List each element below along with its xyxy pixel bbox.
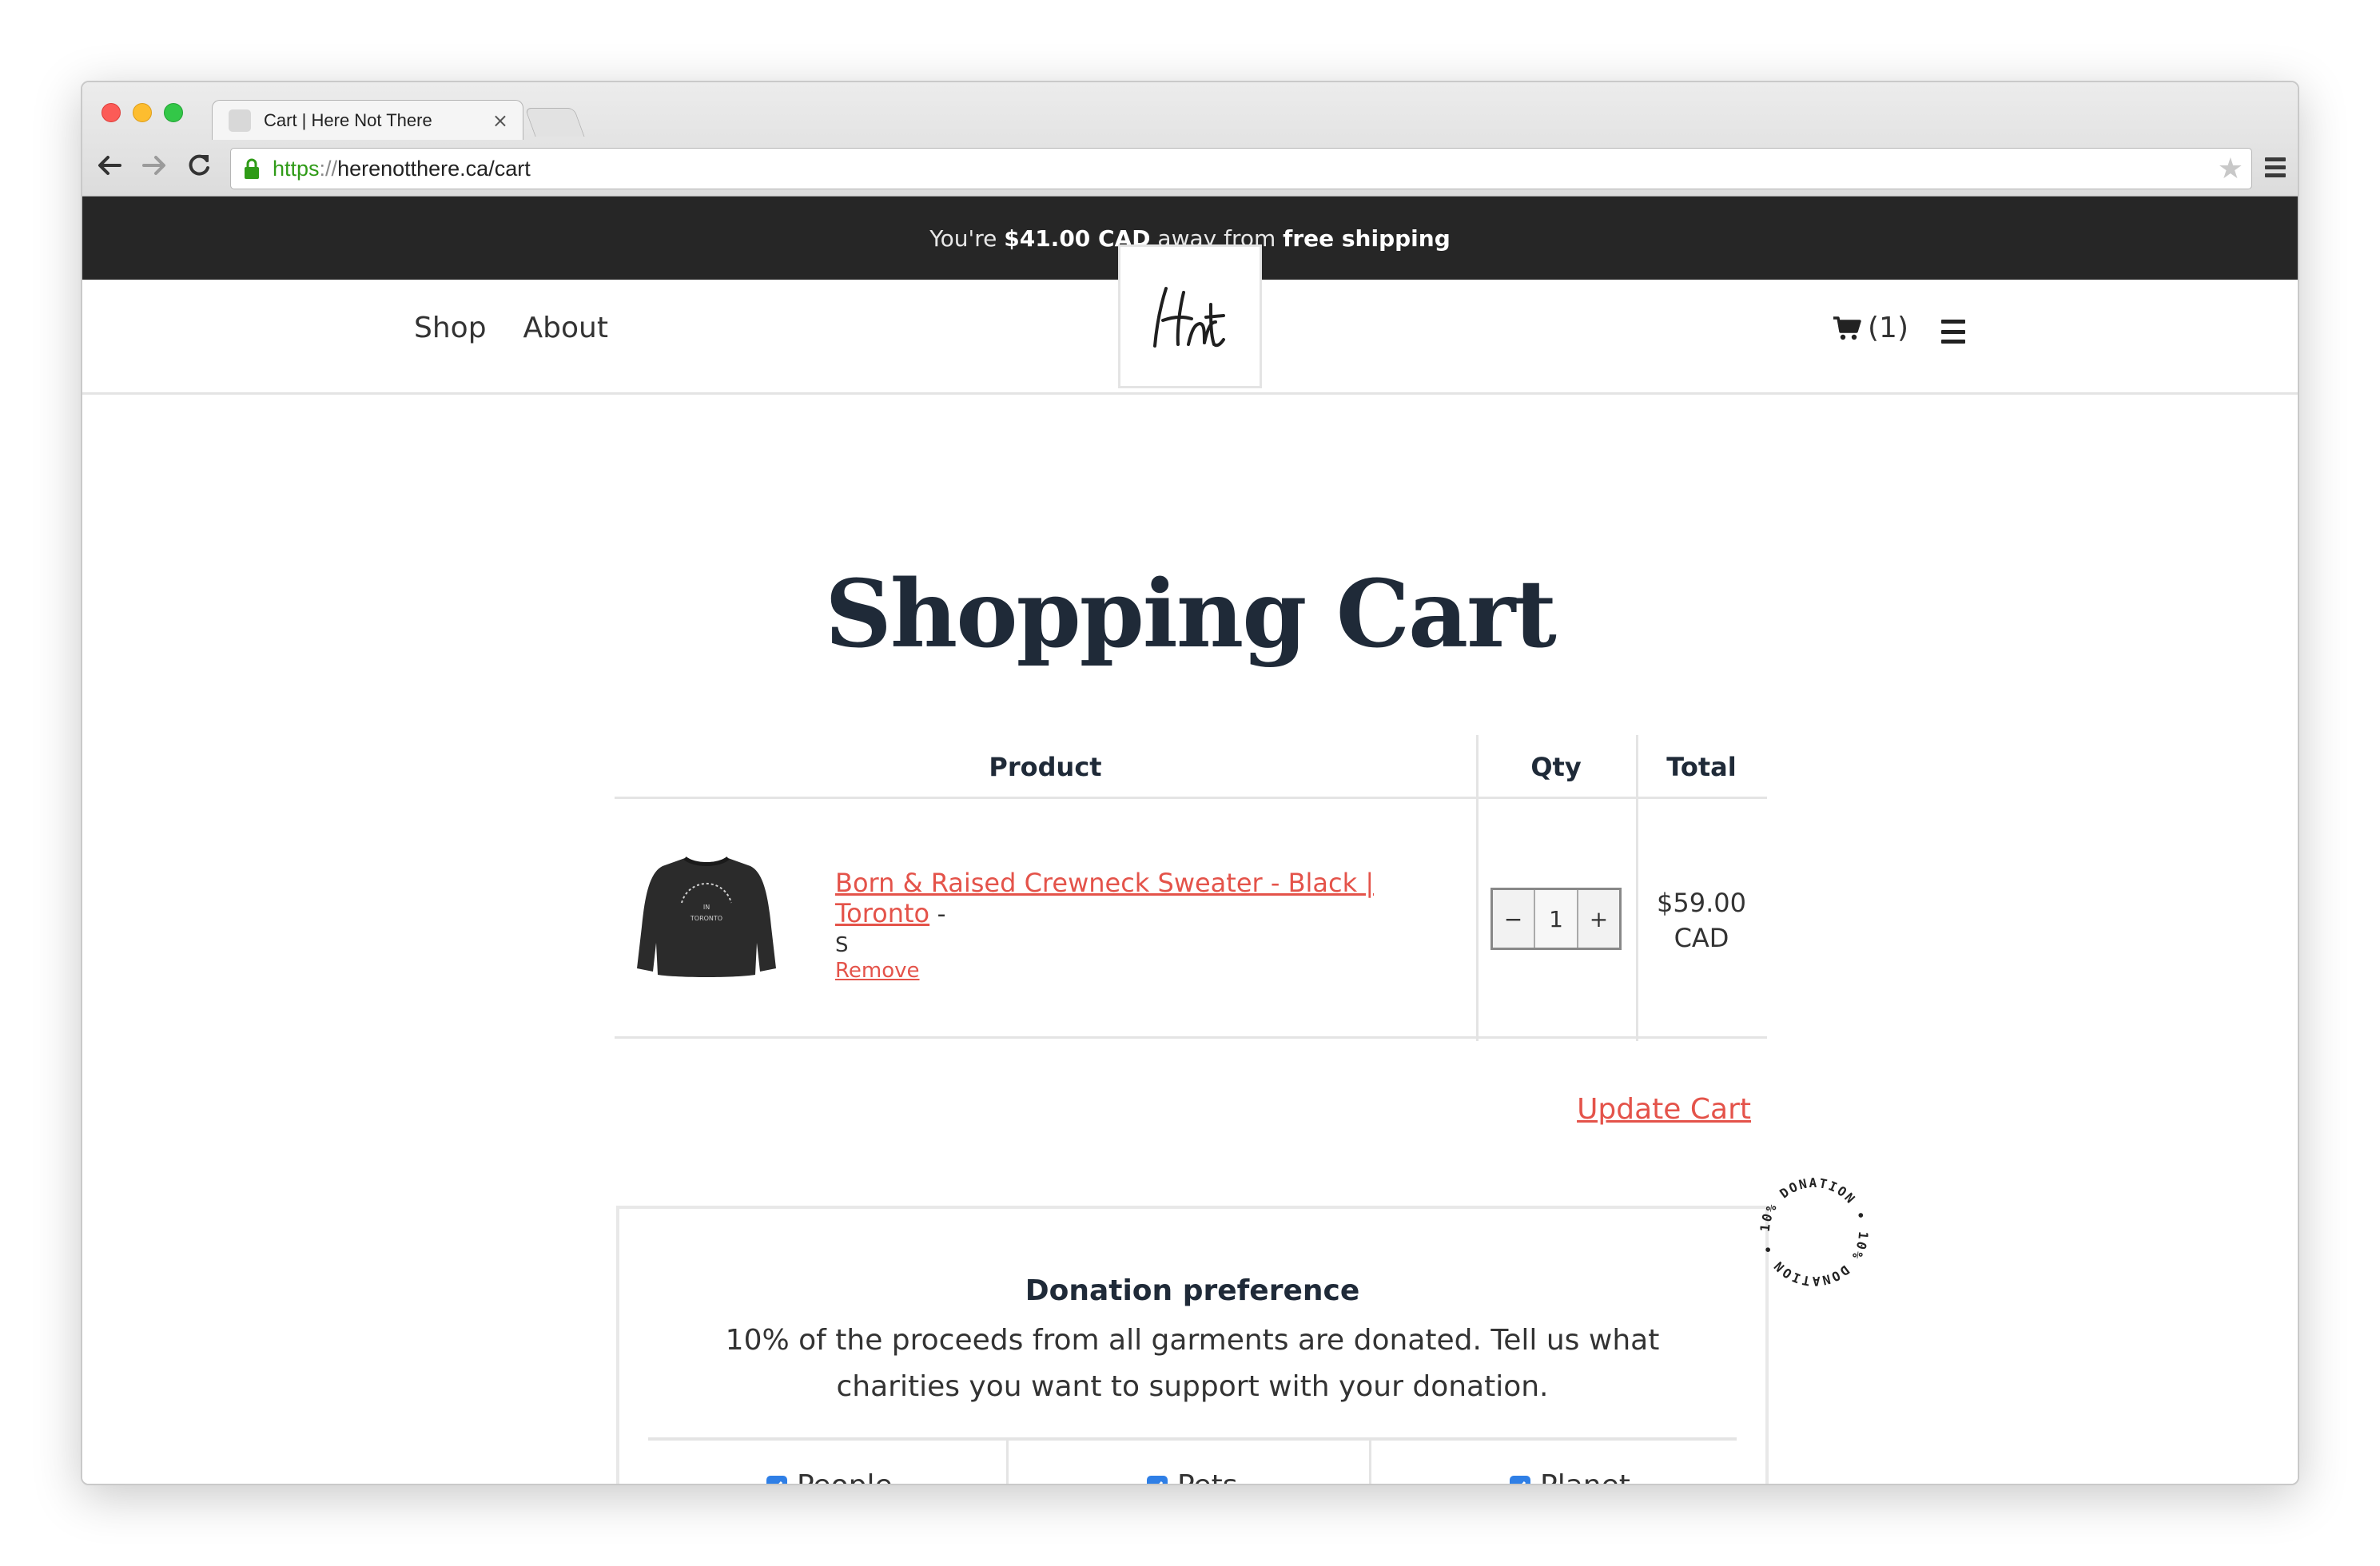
nav-link-about[interactable]: About <box>523 312 608 344</box>
product-title-link[interactable]: Born & Raised Crewneck Sweater - Black |… <box>835 868 1374 928</box>
product-info: Born & Raised Crewneck Sweater - Black |… <box>835 868 1467 983</box>
checkbox-checked-icon[interactable] <box>766 1475 787 1484</box>
logo-script-icon <box>1153 287 1225 348</box>
favicon-icon <box>229 109 251 132</box>
bookmark-star-icon[interactable]: ★ <box>2218 153 2243 185</box>
browser-chrome: Cart | Here Not There × https://herenott… <box>82 82 2298 197</box>
lock-icon <box>242 156 263 181</box>
url-text: https://herenotthere.ca/cart <box>273 156 531 181</box>
reload-icon <box>189 154 209 176</box>
line-total: $59.00 CAD <box>1636 885 1767 956</box>
donation-option-label: People <box>797 1469 893 1484</box>
back-button[interactable] <box>92 148 127 183</box>
window-maximize-button[interactable] <box>164 103 183 122</box>
announcement-goal: free shipping <box>1283 225 1451 252</box>
main-nav: Shop About <box>414 312 608 344</box>
remove-link[interactable]: Remove <box>835 959 920 983</box>
cart-icon <box>1833 316 1861 340</box>
qty-increase-button[interactable]: + <box>1578 890 1619 948</box>
donation-description: 10% of the proceeds from all garments ar… <box>725 1324 1660 1403</box>
page-content: You're $41.00 CAD away from free shippin… <box>82 197 2298 1484</box>
column-header-qty: Qty <box>1530 752 1582 782</box>
column-header-product: Product <box>989 752 1102 782</box>
window-close-button[interactable] <box>101 103 121 122</box>
forward-button[interactable] <box>137 148 172 183</box>
variant-separator: - <box>929 900 946 928</box>
donation-option-label: Pets <box>1177 1469 1237 1484</box>
cart-table: Product Qty Total IN TORONTO Born & Rais… <box>615 735 1767 1126</box>
svg-text:10% DONATION • 10% DONATION •: 10% DONATION • 10% DONATION • <box>1757 1175 1871 1289</box>
svg-text:IN: IN <box>703 904 710 911</box>
nav-link-shop[interactable]: Shop <box>414 312 487 344</box>
donation-option-pets[interactable]: Pets <box>1147 1469 1237 1484</box>
arrow-left-icon <box>98 156 121 175</box>
new-tab-button[interactable] <box>524 108 585 137</box>
line-total-amount: $59.00 <box>1657 888 1746 918</box>
badge-text: 10% DONATION • 10% DONATION • <box>1757 1175 1869 1289</box>
donation-badge: 10% DONATION • 10% DONATION • <box>1749 1167 1879 1297</box>
cart-table-header: Product Qty Total <box>615 735 1767 799</box>
address-bar[interactable]: https://herenotthere.ca/cart ★ <box>230 148 2252 189</box>
table-row: IN TORONTO Born & Raised Crewneck Sweate… <box>615 799 1767 1039</box>
donation-title: Donation preference <box>1025 1274 1360 1307</box>
donation-option-label: Planet <box>1540 1469 1630 1484</box>
reload-button[interactable] <box>181 148 217 183</box>
checkbox-checked-icon[interactable] <box>1147 1475 1168 1484</box>
checkbox-checked-icon[interactable] <box>1510 1475 1530 1484</box>
tab-close-icon[interactable]: × <box>492 109 508 132</box>
donation-option-people[interactable]: People <box>766 1469 893 1484</box>
donation-option-planet[interactable]: Planet <box>1510 1469 1630 1484</box>
divider <box>1006 1441 1009 1484</box>
column-header-total: Total <box>1666 752 1737 782</box>
arrow-right-icon <box>142 156 165 175</box>
window-minimize-button[interactable] <box>133 103 152 122</box>
cart-count: (1) <box>1868 312 1908 344</box>
page-title: Shopping Cart <box>825 560 1557 669</box>
line-total-currency: CAD <box>1674 923 1729 953</box>
update-cart-button[interactable]: Update Cart <box>1577 1093 1751 1126</box>
browser-menu-icon[interactable] <box>2259 149 2291 185</box>
browser-tab-active[interactable]: Cart | Here Not There × <box>212 100 523 140</box>
divider <box>1369 1441 1371 1484</box>
svg-text:TORONTO: TORONTO <box>690 915 722 922</box>
qty-decrease-button[interactable]: − <box>1493 890 1534 948</box>
product-thumbnail[interactable]: IN TORONTO <box>631 847 782 983</box>
announcement-prefix: You're <box>929 225 997 252</box>
donation-panel: Donation preference 10% of the proceeds … <box>616 1206 1769 1484</box>
menu-icon[interactable] <box>1941 320 1965 344</box>
cart-link[interactable]: (1) <box>1833 312 1908 344</box>
quantity-stepper: − 1 + <box>1490 888 1622 950</box>
site-logo[interactable]: Hnt <box>1118 244 1262 388</box>
tab-title: Cart | Here Not There <box>264 109 432 130</box>
product-variant: S <box>835 933 849 957</box>
qty-input[interactable]: 1 <box>1534 890 1578 948</box>
browser-window: Cart | Here Not There × https://herenott… <box>81 81 2299 1485</box>
divider <box>648 1437 1737 1441</box>
